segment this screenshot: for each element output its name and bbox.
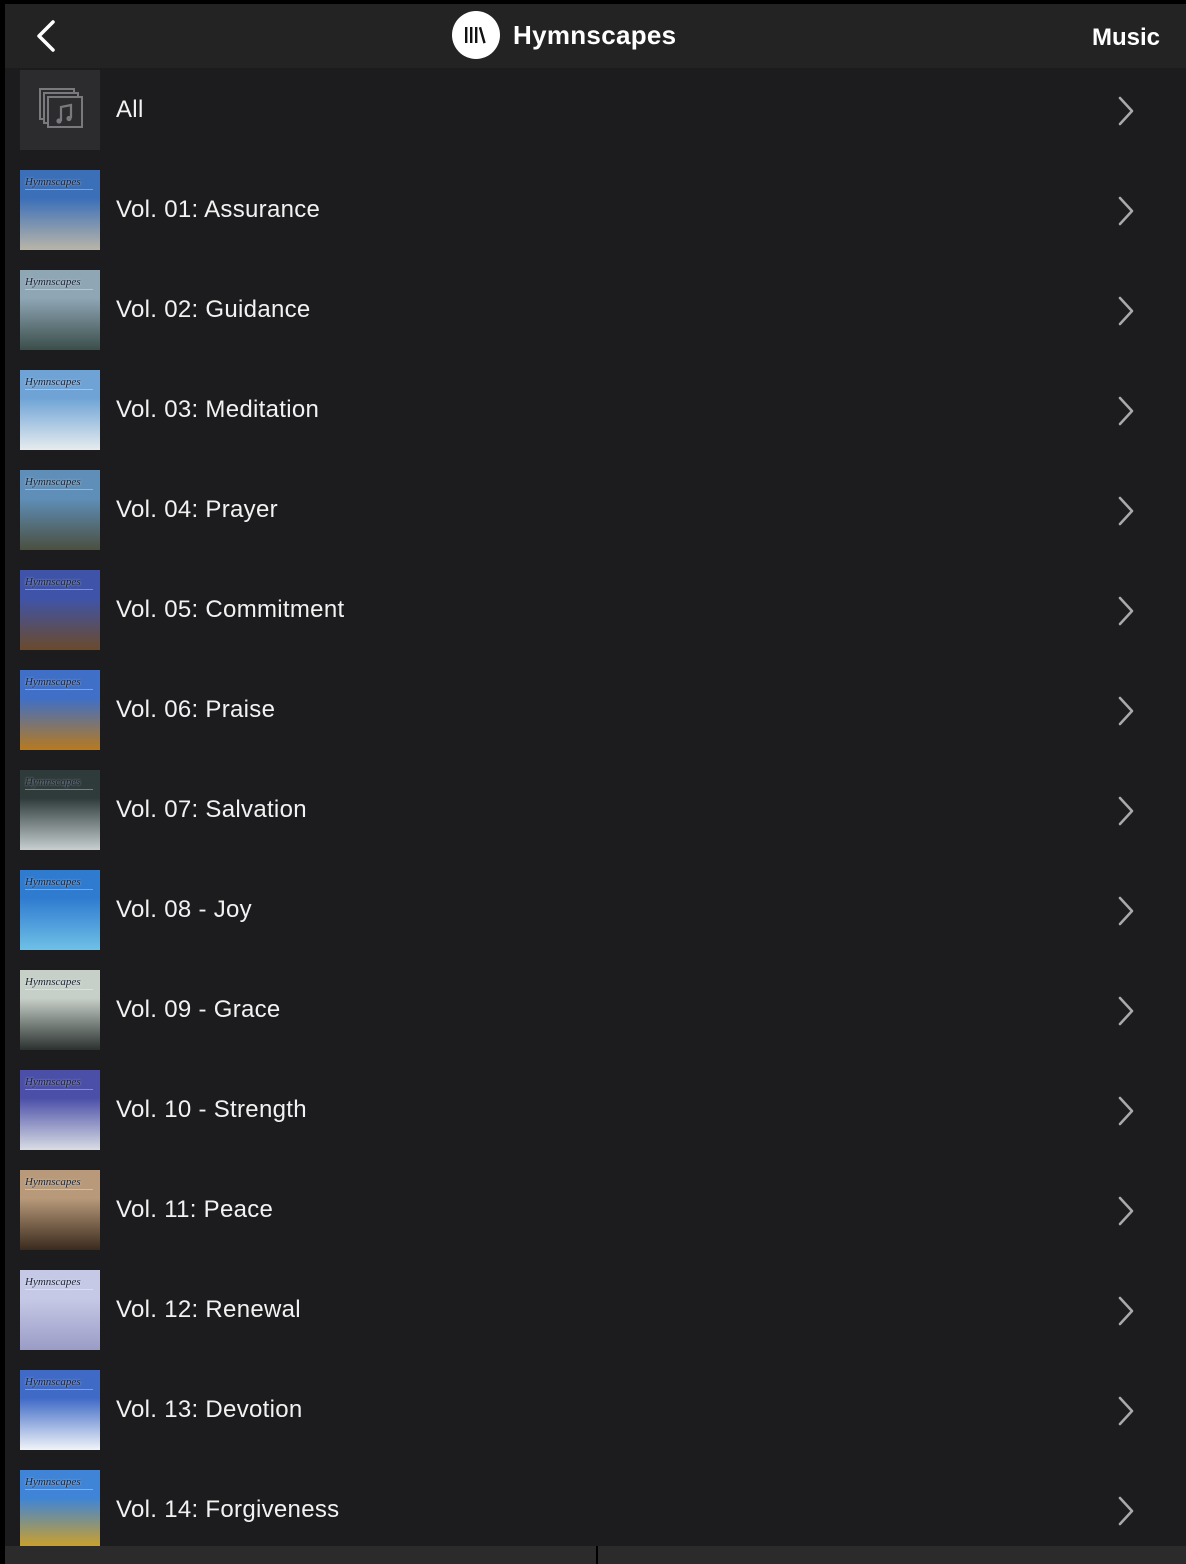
album-cover: Hymnscapes	[20, 870, 100, 950]
list-item-label: Vol. 10 - Strength	[116, 1096, 307, 1123]
album-cover-brand: Hymnscapes	[25, 776, 81, 788]
list-item-label: Vol. 09 - Grace	[116, 996, 281, 1023]
album-cover: Hymnscapes	[20, 1470, 100, 1550]
list-item-label: Vol. 06: Praise	[116, 696, 276, 723]
list-item-album[interactable]: Hymnscapes Vol. 04: Prayer	[5, 470, 1186, 570]
list-item-album[interactable]: Hymnscapes Vol. 06: Praise	[5, 670, 1186, 770]
album-cover-brand: Hymnscapes	[25, 976, 81, 988]
bottom-divider	[596, 1546, 598, 1564]
chevron-right-icon	[1118, 996, 1134, 1026]
album-cover-brand: Hymnscapes	[25, 376, 81, 388]
list-item-album[interactable]: Hymnscapes Vol. 13: Devotion	[5, 1370, 1186, 1470]
album-cover-brand: Hymnscapes	[25, 276, 81, 288]
album-cover-rule	[25, 689, 93, 690]
album-cover-brand: Hymnscapes	[25, 876, 81, 888]
album-cover: Hymnscapes	[20, 1170, 100, 1250]
album-cover: Hymnscapes	[20, 1370, 100, 1450]
album-cover-brand: Hymnscapes	[25, 1476, 81, 1488]
album-cover-rule	[25, 189, 93, 190]
app-window: Hymnscapes Music All Hymnscapes Vol. 01: …	[5, 4, 1186, 1564]
album-cover-brand: Hymnscapes	[25, 1176, 81, 1188]
page-title-group: Hymnscapes	[452, 11, 676, 59]
chevron-right-icon	[1118, 896, 1134, 926]
list-item-label: Vol. 04: Prayer	[116, 496, 278, 523]
album-cover: Hymnscapes	[20, 1070, 100, 1150]
album-cover-rule	[25, 789, 93, 790]
album-cover: Hymnscapes	[20, 1270, 100, 1350]
chevron-right-icon	[1118, 96, 1134, 126]
album-cover-brand: Hymnscapes	[25, 1076, 81, 1088]
album-list: All Hymnscapes Vol. 01: Assurance Hymnscap…	[5, 70, 1186, 1564]
list-item-album[interactable]: Hymnscapes Vol. 07: Salvation	[5, 770, 1186, 870]
list-item-label: Vol. 11: Peace	[116, 1196, 274, 1223]
list-item-album[interactable]: Hymnscapes Vol. 10 - Strength	[5, 1070, 1186, 1170]
album-cover-brand: Hymnscapes	[25, 576, 81, 588]
list-item-album[interactable]: Hymnscapes Vol. 11: Peace	[5, 1170, 1186, 1270]
list-item-label: Vol. 12: Renewal	[116, 1296, 301, 1323]
album-cover-brand: Hymnscapes	[25, 1376, 81, 1388]
chevron-right-icon	[1118, 396, 1134, 426]
chevron-right-icon	[1118, 1296, 1134, 1326]
list-item-album[interactable]: Hymnscapes Vol. 02: Guidance	[5, 270, 1186, 370]
chevron-right-icon	[1118, 1496, 1134, 1526]
music-button[interactable]: Music	[1092, 24, 1160, 52]
chevron-right-icon	[1118, 796, 1134, 826]
all-albums-thumbnail	[20, 70, 100, 150]
album-cover-rule	[25, 1189, 93, 1190]
album-cover: Hymnscapes	[20, 970, 100, 1050]
chevron-left-icon	[37, 20, 55, 52]
album-cover-rule	[25, 289, 93, 290]
album-cover-rule	[25, 889, 93, 890]
album-cover-rule	[25, 989, 93, 990]
chevron-right-icon	[1118, 1396, 1134, 1426]
album-cover: Hymnscapes	[20, 770, 100, 850]
top-bar: Hymnscapes Music	[5, 4, 1186, 68]
list-item-label: Vol. 07: Salvation	[116, 796, 307, 823]
chevron-right-icon	[1118, 696, 1134, 726]
chevron-right-icon	[1118, 1096, 1134, 1126]
album-cover: Hymnscapes	[20, 170, 100, 250]
list-item-album[interactable]: Hymnscapes Vol. 05: Commitment	[5, 570, 1186, 670]
page-title: Hymnscapes	[513, 19, 677, 50]
music-stack-icon	[39, 88, 83, 128]
album-cover-brand: Hymnscapes	[25, 476, 81, 488]
album-cover-rule	[25, 1389, 93, 1390]
list-item-album[interactable]: Hymnscapes Vol. 08 - Joy	[5, 870, 1186, 970]
album-cover-rule	[25, 489, 93, 490]
album-cover-rule	[25, 1289, 93, 1290]
list-item-album[interactable]: Hymnscapes Vol. 03: Meditation	[5, 370, 1186, 470]
chevron-right-icon	[1118, 496, 1134, 526]
back-button[interactable]	[31, 18, 61, 54]
list-item-label: Vol. 14: Forgiveness	[116, 1496, 340, 1523]
album-cover-brand: Hymnscapes	[25, 676, 81, 688]
album-cover: Hymnscapes	[20, 270, 100, 350]
album-cover-rule	[25, 1089, 93, 1090]
list-item-label: Vol. 13: Devotion	[116, 1396, 303, 1423]
list-item-album[interactable]: Hymnscapes Vol. 12: Renewal	[5, 1270, 1186, 1370]
list-item-album[interactable]: Hymnscapes Vol. 09 - Grace	[5, 970, 1186, 1070]
list-item-label: Vol. 02: Guidance	[116, 296, 311, 323]
list-item-album[interactable]: Hymnscapes Vol. 01: Assurance	[5, 170, 1186, 270]
list-item-label: All	[116, 96, 144, 123]
list-item-label: Vol. 05: Commitment	[116, 596, 345, 623]
chevron-right-icon	[1118, 296, 1134, 326]
library-icon	[452, 11, 500, 59]
chevron-right-icon	[1118, 196, 1134, 226]
list-item-all[interactable]: All	[5, 70, 1186, 170]
album-cover: Hymnscapes	[20, 470, 100, 550]
chevron-right-icon	[1118, 596, 1134, 626]
album-cover-brand: Hymnscapes	[25, 1276, 81, 1288]
album-cover-rule	[25, 389, 93, 390]
album-cover-rule	[25, 589, 93, 590]
album-cover: Hymnscapes	[20, 670, 100, 750]
chevron-right-icon	[1118, 1196, 1134, 1226]
album-cover: Hymnscapes	[20, 370, 100, 450]
album-cover: Hymnscapes	[20, 570, 100, 650]
list-item-label: Vol. 08 - Joy	[116, 896, 252, 923]
list-item-label: Vol. 01: Assurance	[116, 196, 321, 223]
list-item-label: Vol. 03: Meditation	[116, 396, 320, 423]
album-cover-brand: Hymnscapes	[25, 176, 81, 188]
album-cover-rule	[25, 1489, 93, 1490]
